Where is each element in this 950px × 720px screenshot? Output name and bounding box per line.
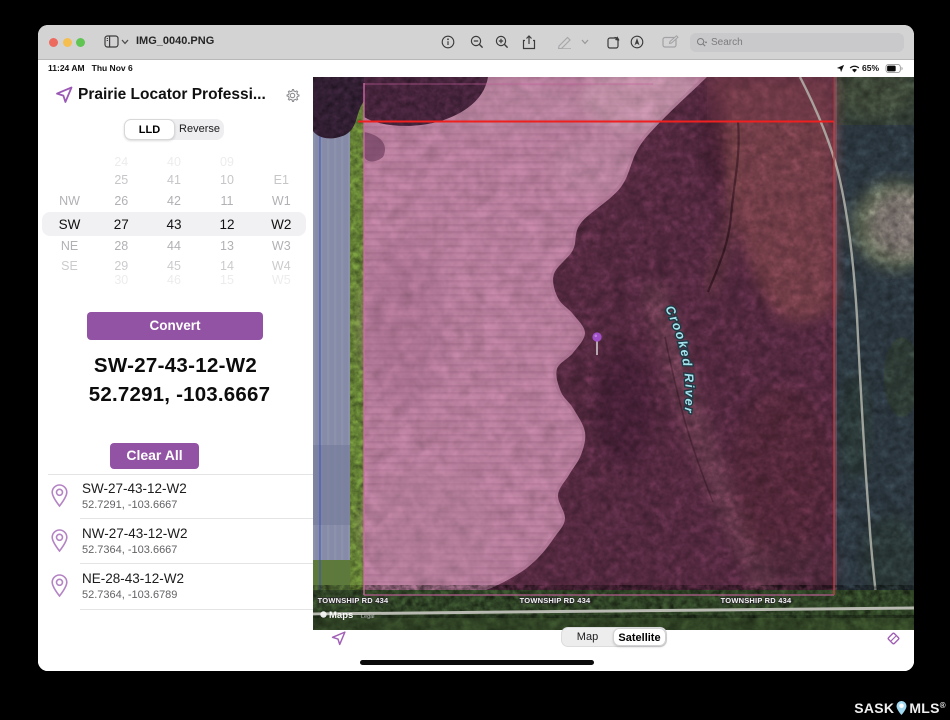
- svg-text:TOWNSHIP RD 434: TOWNSHIP RD 434: [721, 596, 792, 605]
- svg-text:TOWNSHIP RD 434: TOWNSHIP RD 434: [520, 596, 591, 605]
- svg-text:Maps: Maps: [329, 610, 353, 621]
- svg-text:TOWNSHIP RD 434: TOWNSHIP RD 434: [318, 596, 389, 605]
- svg-text:Legal: Legal: [361, 614, 374, 620]
